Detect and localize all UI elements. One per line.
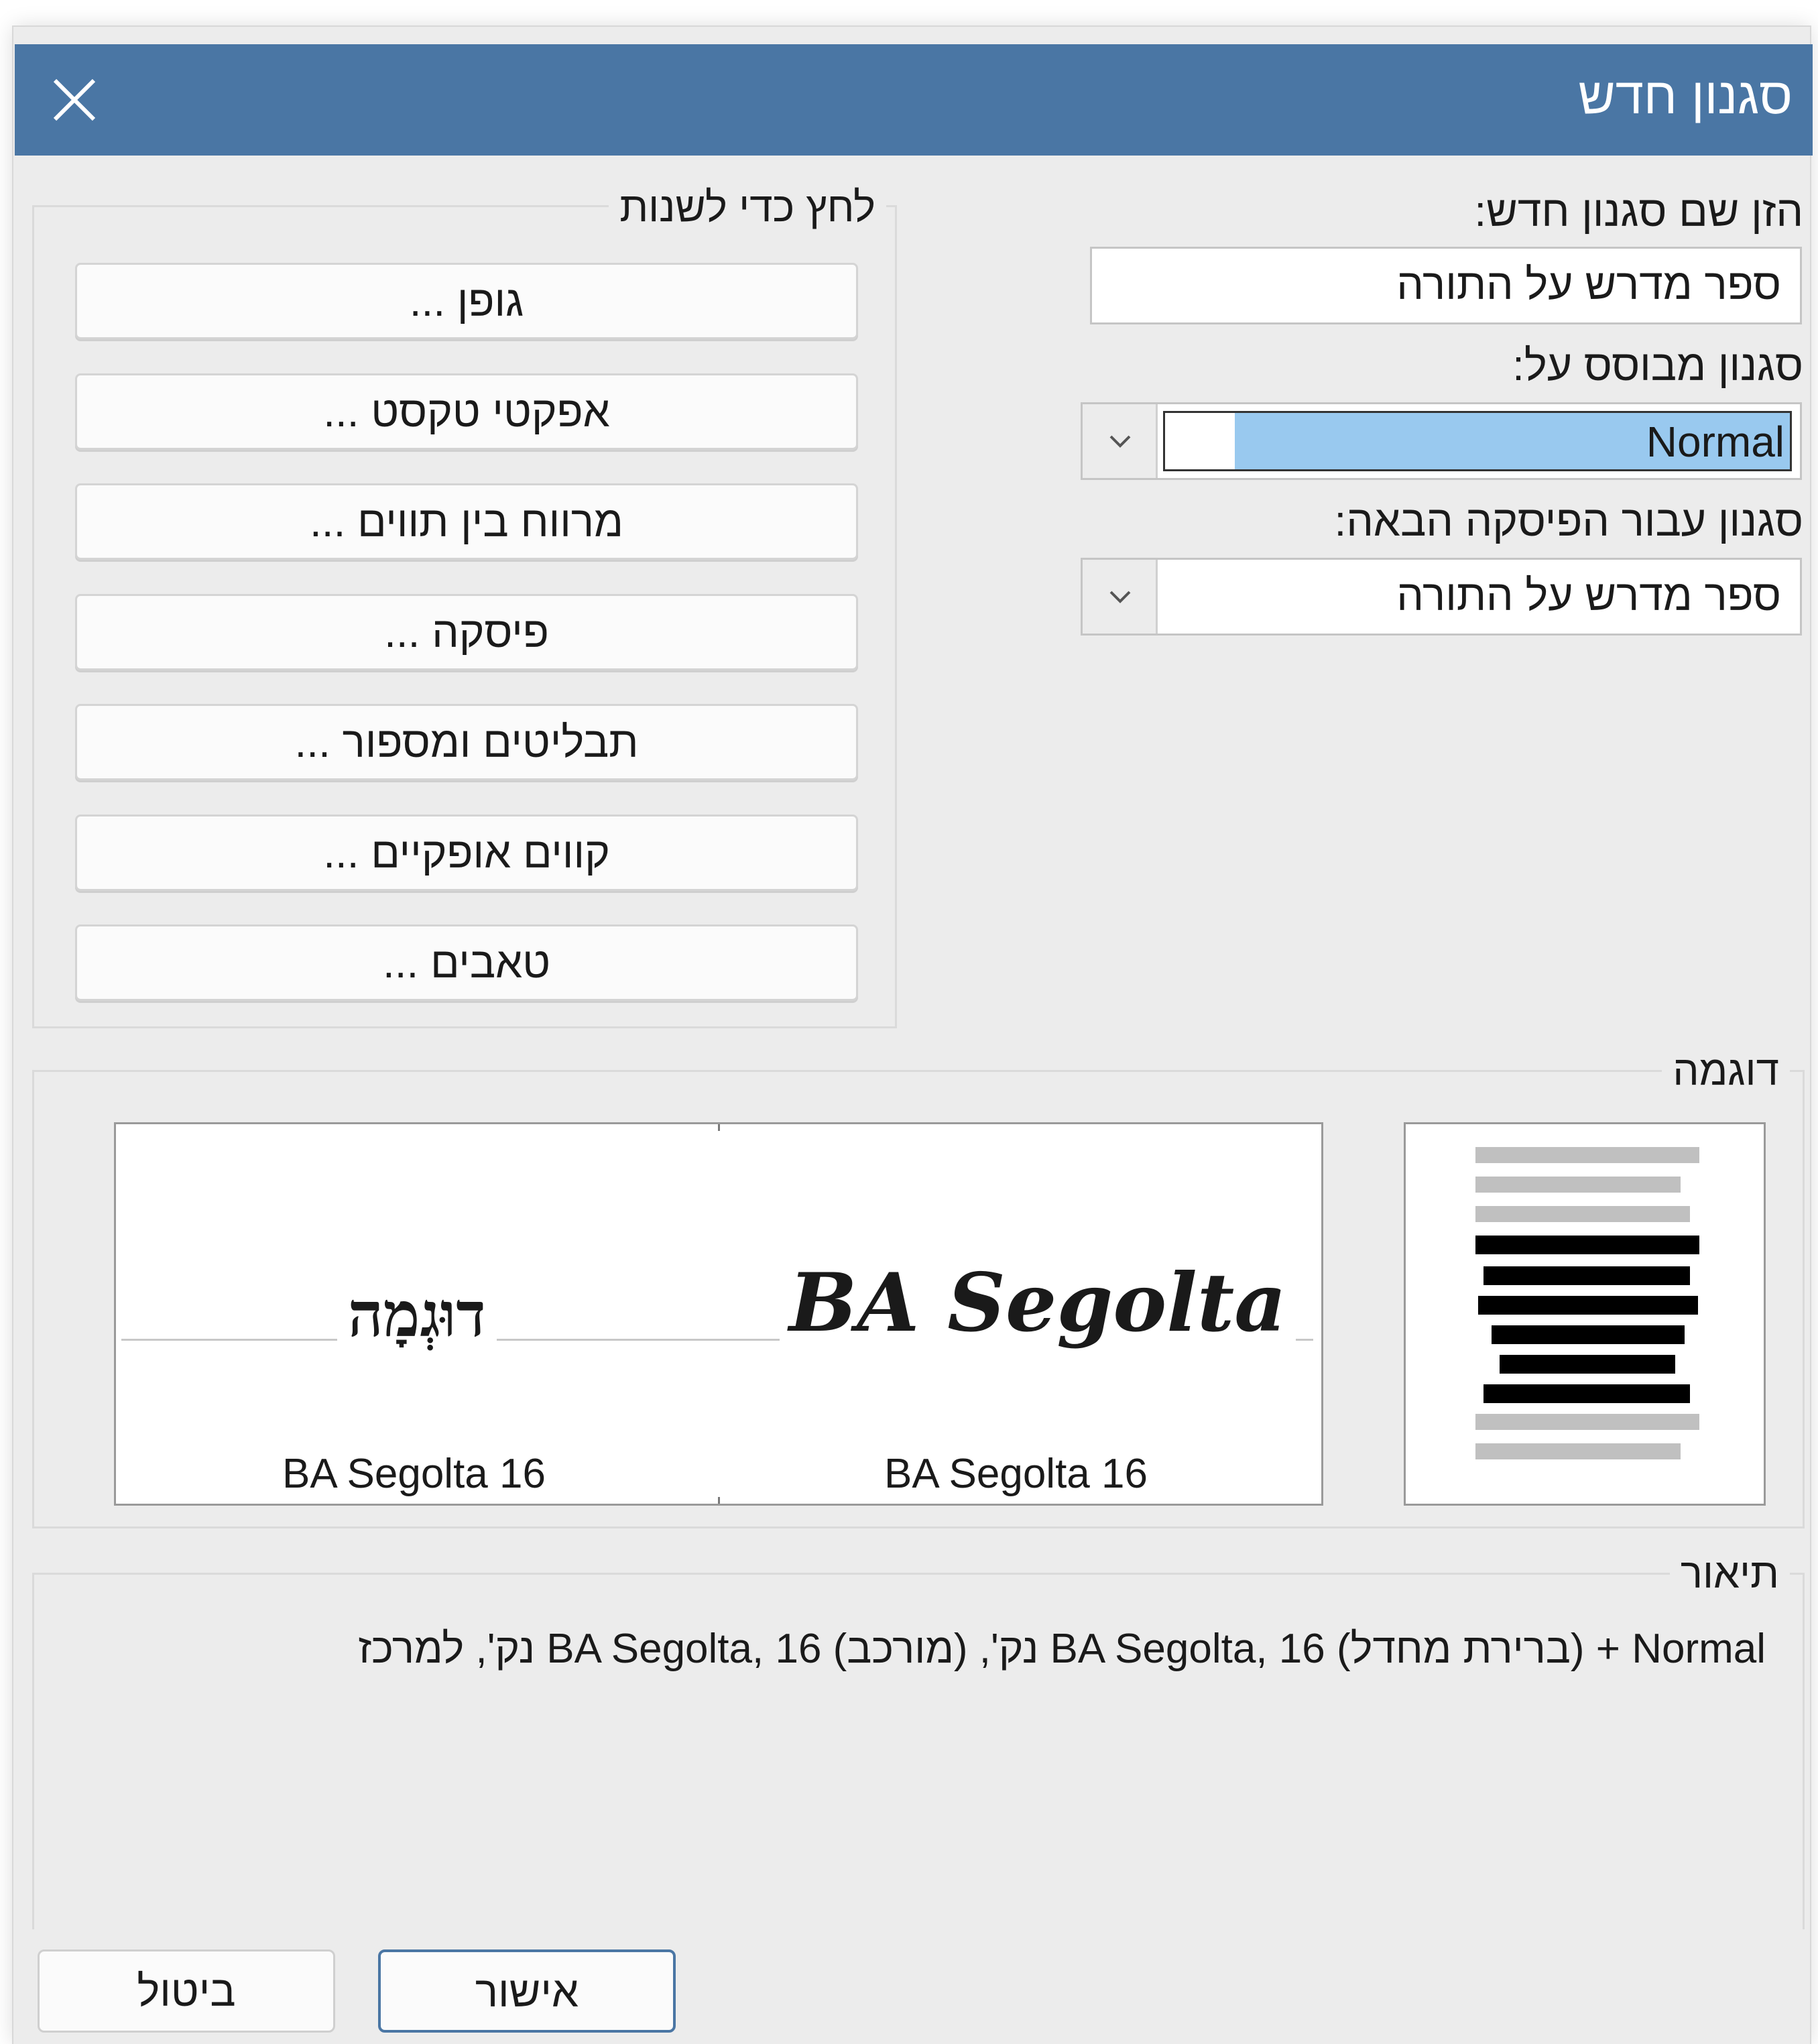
paragraph-preview xyxy=(1404,1122,1766,1506)
ok-button[interactable]: אישור xyxy=(378,1949,676,2033)
bullets-numbering-button[interactable]: תבליטים ומספור ... xyxy=(75,704,858,780)
latin-sample-text: BA Segolta xyxy=(780,1256,1296,1350)
center-tick-bottom xyxy=(718,1497,720,1504)
text-effects-button[interactable]: אפקטי טקסט ... xyxy=(75,373,858,450)
paragraph-lines-icon xyxy=(1475,1147,1699,1459)
latin-font-label: BA Segolta 16 xyxy=(884,1451,1148,1497)
chevron-down-icon xyxy=(1109,435,1131,448)
description-group-legend: תיאור xyxy=(1669,1550,1790,1598)
description-text: Normal + (ברירת מחדל) BA Segolta, 16 נק'… xyxy=(358,1626,1766,1672)
character-spacing-button[interactable]: מרווח בין תווים ... xyxy=(75,483,858,560)
style-name-label: הזן שם סגנון חדש: xyxy=(1474,187,1803,235)
chevron-down-icon xyxy=(1109,591,1131,603)
based-on-value: Normal xyxy=(1646,418,1784,466)
next-style-label: סגנון עבור הפיסקה הבאה: xyxy=(1334,497,1803,545)
center-tick-top xyxy=(718,1124,720,1131)
based-on-dropdown-button[interactable] xyxy=(1083,404,1158,478)
dialog-title: סגנון חדש xyxy=(1578,68,1793,125)
style-name-input[interactable]: ספר מדרש על התורה xyxy=(1090,247,1802,324)
hebrew-sample-text: דוּגְמָה xyxy=(337,1278,497,1351)
focus-outline: Normal xyxy=(1163,411,1792,471)
style-name-value: ספר מדרש על התורה xyxy=(1396,260,1781,308)
font-preview: דוּגְמָה BA Segolta BA Segolta 16 BA Seg… xyxy=(114,1122,1323,1506)
paragraph-button[interactable]: פיסקה ... xyxy=(75,594,858,670)
hebrew-font-label: BA Segolta 16 xyxy=(282,1451,546,1497)
next-style-select[interactable]: ספר מדרש על התורה xyxy=(1081,558,1802,636)
next-style-dropdown-button[interactable] xyxy=(1083,560,1158,634)
title-bar: סגנון חדש xyxy=(15,44,1813,156)
horizontal-lines-button[interactable]: קווים אופקיים ... xyxy=(75,815,858,891)
next-style-field: ספר מדרש על התורה xyxy=(1158,560,1800,634)
sample-group-legend: דוגמה xyxy=(1662,1047,1790,1095)
based-on-select[interactable]: Normal xyxy=(1081,402,1802,480)
based-on-field: Normal xyxy=(1158,404,1800,478)
modify-group-legend: לחץ כדי לשנות xyxy=(609,184,886,231)
close-icon[interactable] xyxy=(44,70,105,130)
font-button[interactable]: גופן ... xyxy=(75,263,858,339)
next-style-value: ספר מדרש על התורה xyxy=(1396,571,1781,619)
based-on-label: סגנון מבוסס על: xyxy=(1512,341,1803,389)
cancel-button[interactable]: ביטול xyxy=(38,1949,335,2033)
tabs-button[interactable]: טאבים ... xyxy=(75,924,858,1001)
